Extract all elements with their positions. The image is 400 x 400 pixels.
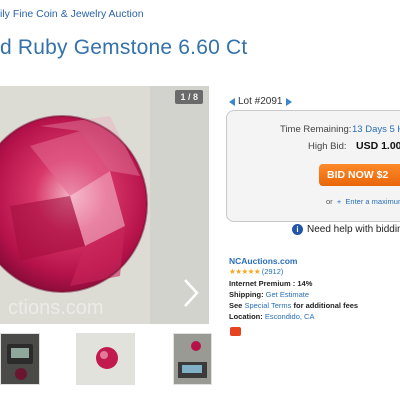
seller-rating[interactable]: ★★★★★ (2912) xyxy=(229,267,283,276)
terms-row: See Special Terms for additional fees xyxy=(229,301,358,310)
location-value[interactable]: Escondido, CA xyxy=(265,312,315,321)
ruby-gemstone-photo: ctions.com xyxy=(0,86,209,324)
high-bid-label: High Bid: xyxy=(308,141,347,152)
shipping-label: Shipping: xyxy=(229,290,264,299)
premium-label: Internet Premium : xyxy=(229,279,296,288)
terms-suffix: for additional fees xyxy=(293,301,359,310)
high-bid-value: USD 1.00 xyxy=(356,140,400,152)
previous-lot-icon[interactable] xyxy=(229,97,235,106)
gem-photo xyxy=(77,334,134,384)
scale-photo xyxy=(1,334,39,384)
seller-name[interactable]: NCAuctions.com xyxy=(229,256,297,266)
review-count[interactable]: (2912) xyxy=(262,267,284,276)
bid-now-button[interactable]: BID NOW $2 xyxy=(319,164,400,186)
shipping-estimate-link[interactable]: Get Estimate xyxy=(266,290,309,299)
premium-value: 14% xyxy=(297,279,313,288)
max-bid-prefix: or xyxy=(326,197,333,206)
star-rating-icon: ★★★★★ xyxy=(229,267,261,276)
breadcrumb[interactable]: ily Fine Coin & Jewelry Auction xyxy=(0,8,144,20)
thumbnail-3[interactable] xyxy=(173,333,212,385)
page-title: d Ruby Gemstone 6.60 Ct xyxy=(0,36,248,59)
terms-prefix: See xyxy=(229,301,243,310)
bid-button-label: BID NOW $2 xyxy=(327,169,389,181)
internet-premium-row: Internet Premium : 14% xyxy=(229,279,312,288)
location-label: Location: xyxy=(229,312,263,321)
plus-icon: + xyxy=(334,197,344,206)
main-product-image[interactable]: ctions.com 1 / 8 xyxy=(0,86,209,324)
thumbnail-2[interactable] xyxy=(76,333,135,385)
lot-navigation: Lot #2091 xyxy=(229,96,292,107)
watermark: ctions.com xyxy=(8,297,104,319)
scale-photo-2 xyxy=(174,334,211,384)
next-lot-icon[interactable] xyxy=(285,97,292,106)
time-remaining-value: 13 Days 5 H xyxy=(352,124,400,135)
time-remaining-label: Time Remaining: xyxy=(280,124,352,135)
info-icon: i xyxy=(292,224,303,235)
location-row: Location: Escondido, CA xyxy=(229,312,314,321)
enter-maximum-link[interactable]: Enter a maximum xyxy=(345,197,400,206)
help-text[interactable]: Need help with bidding xyxy=(307,224,400,235)
max-bid-row: or + Enter a maximum xyxy=(326,197,400,206)
flag-icon[interactable] xyxy=(230,327,241,336)
help-row[interactable]: i Need help with bidding xyxy=(292,224,400,235)
image-counter: 1 / 8 xyxy=(175,90,203,104)
lot-number: Lot #2091 xyxy=(238,96,283,107)
chevron-right-icon[interactable] xyxy=(182,278,200,308)
thumbnail-1[interactable] xyxy=(0,333,40,385)
shipping-row: Shipping: Get Estimate xyxy=(229,290,309,299)
special-terms-link[interactable]: Special Terms xyxy=(244,301,291,310)
